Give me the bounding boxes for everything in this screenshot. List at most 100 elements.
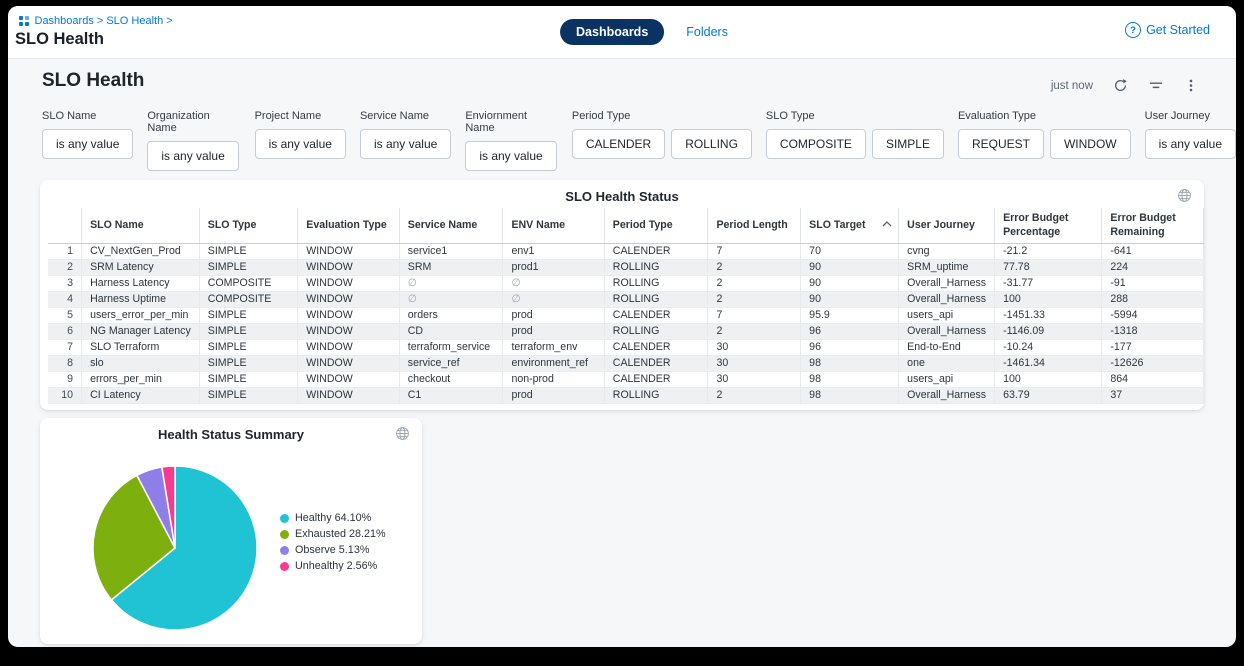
table-cell: ROLLING — [604, 276, 708, 292]
table-cell: SIMPLE — [199, 308, 298, 324]
legend-item-healthy[interactable]: Healthy 64.10% — [280, 512, 386, 524]
explore-globe-icon[interactable] — [1177, 188, 1192, 206]
filter-value-button[interactable]: is any value — [1145, 129, 1236, 159]
table-cell: users_api — [899, 308, 995, 324]
table-cell: ∅ — [503, 292, 604, 308]
table-cell: prod — [503, 308, 604, 324]
filter-value-button[interactable]: is any value — [255, 129, 346, 159]
filter-label: SLO Name — [42, 110, 133, 122]
page-title: SLO Health — [15, 30, 104, 49]
health-status-pie-chart[interactable] — [85, 458, 265, 638]
table-row[interactable]: 4Harness UptimeCOMPOSITEWINDOW∅∅ROLLING2… — [48, 292, 1204, 308]
table-cell: users_api — [899, 372, 995, 388]
tab-folders[interactable]: Folders — [686, 25, 728, 39]
filter-value-button[interactable]: CALENDER — [572, 129, 665, 159]
table-row[interactable]: 6NG Manager LatencySIMPLEWINDOWCDprodROL… — [48, 324, 1204, 340]
table-row[interactable]: 9errors_per_minSIMPLEWINDOWcheckoutnon-p… — [48, 372, 1204, 388]
filter-label: User Journey — [1145, 110, 1236, 122]
table-row[interactable]: 1CV_NextGen_ProdSIMPLEWINDOWservice1env1… — [48, 244, 1204, 260]
filter-value-button[interactable]: is any value — [42, 129, 133, 159]
table-row[interactable]: 5users_error_per_minSIMPLEWINDOWorderspr… — [48, 308, 1204, 324]
column-header[interactable]: Service Name — [399, 208, 503, 244]
app-header: Dashboards > SLO Health > SLO Health Das… — [8, 6, 1236, 59]
help-icon: ? — [1125, 22, 1141, 38]
table-row[interactable]: 2SRM LatencySIMPLEWINDOWSRMprod1ROLLING2… — [48, 260, 1204, 276]
app-window: Dashboards > SLO Health > SLO Health Das… — [8, 6, 1236, 647]
filter-value-button[interactable]: is any value — [465, 141, 556, 171]
filter-value-button[interactable]: is any value — [147, 141, 238, 171]
table-cell: 90 — [801, 276, 899, 292]
legend-dot — [280, 546, 289, 555]
column-header[interactable]: Evaluation Type — [298, 208, 399, 244]
table-row[interactable]: 3Harness LatencyCOMPOSITEWINDOW∅∅ROLLING… — [48, 276, 1204, 292]
breadcrumb[interactable]: Dashboards > SLO Health > — [19, 15, 173, 27]
filter-value-button[interactable]: WINDOW — [1050, 129, 1131, 159]
table-cell: SRM Latency — [82, 260, 200, 276]
table-cell: -10.24 — [995, 340, 1102, 356]
legend-dot — [280, 514, 289, 523]
filter-value-button[interactable]: COMPOSITE — [766, 129, 866, 159]
column-header[interactable]: User Journey — [899, 208, 995, 244]
filter-label: Project Name — [255, 110, 346, 122]
table-cell: 77.78 — [995, 260, 1102, 276]
sort-asc-icon — [882, 221, 892, 227]
table-cell: orders — [399, 308, 503, 324]
dashboard-toolbar: just now — [1051, 78, 1198, 93]
tab-dashboards[interactable]: Dashboards — [560, 19, 664, 45]
table-cell: prod1 — [503, 260, 604, 276]
table-cell: 100 — [995, 292, 1102, 308]
filter-toggle-button[interactable] — [1148, 78, 1164, 93]
filter-label: Evaluation Type — [958, 110, 1131, 122]
table-cell: CI Latency — [82, 388, 200, 404]
column-header[interactable]: SLO Type — [199, 208, 298, 244]
table-cell: Harness Uptime — [82, 292, 200, 308]
table-cell: SRM_uptime — [899, 260, 995, 276]
table-cell: WINDOW — [298, 244, 399, 260]
table-row[interactable]: 10CI LatencySIMPLEWINDOWC1prodROLLING298… — [48, 388, 1204, 404]
table-cell: ∅ — [399, 292, 503, 308]
table-row[interactable]: 8sloSIMPLEWINDOWservice_refenvironment_r… — [48, 356, 1204, 372]
refresh-icon — [1113, 78, 1128, 93]
table-cell: prod — [503, 388, 604, 404]
table-cell: 2 — [708, 324, 801, 340]
more-options-button[interactable] — [1184, 78, 1198, 93]
legend-item-observe[interactable]: Observe 5.13% — [280, 544, 386, 556]
table-cell: 98 — [801, 388, 899, 404]
table-cell: CALENDER — [604, 340, 708, 356]
row-number: 4 — [48, 292, 82, 308]
filter-value-button[interactable]: REQUEST — [958, 129, 1044, 159]
table-cell: 95.9 — [801, 308, 899, 324]
column-header[interactable]: SLO Target — [801, 208, 899, 244]
column-header[interactable]: ENV Name — [503, 208, 604, 244]
table-cell: WINDOW — [298, 324, 399, 340]
explore-globe-icon[interactable] — [395, 426, 410, 444]
filter-value-button[interactable]: SIMPLE — [872, 129, 944, 159]
filter-icon — [1148, 78, 1164, 93]
legend-label: Observe 5.13% — [295, 544, 369, 556]
table-cell: SRM — [399, 260, 503, 276]
table-cell: 63.79 — [995, 388, 1102, 404]
table-cell: WINDOW — [298, 356, 399, 372]
get-started-link[interactable]: ? Get Started — [1125, 22, 1210, 38]
column-header[interactable]: Error Budget Remaining — [1102, 208, 1204, 244]
table-row[interactable]: 7SLO TerraformSIMPLEWINDOWterraform_serv… — [48, 340, 1204, 356]
breadcrumb-text[interactable]: Dashboards > SLO Health > — [35, 15, 173, 27]
legend-item-unhealthy[interactable]: Unhealthy 2.56% — [280, 560, 386, 572]
column-header[interactable]: Period Length — [708, 208, 801, 244]
column-header[interactable]: Period Type — [604, 208, 708, 244]
refresh-button[interactable] — [1113, 78, 1128, 93]
table-cell: WINDOW — [298, 308, 399, 324]
filter-value-button[interactable]: is any value — [360, 129, 451, 159]
table-cell: Overall_Harness — [899, 388, 995, 404]
filter-slo-name: SLO Name is any value — [42, 110, 133, 171]
last-refreshed-label: just now — [1051, 80, 1093, 92]
dashboards-grid-icon — [19, 16, 29, 26]
table-cell: 7 — [708, 308, 801, 324]
legend-item-exhausted[interactable]: Exhausted 28.21% — [280, 528, 386, 540]
table-cell: env1 — [503, 244, 604, 260]
column-header[interactable]: SLO Name — [82, 208, 200, 244]
table-cell: SLO Terraform — [82, 340, 200, 356]
table-cell: COMPOSITE — [199, 292, 298, 308]
filter-value-button[interactable]: ROLLING — [671, 129, 752, 159]
column-header[interactable]: Error Budget Percentage — [995, 208, 1102, 244]
